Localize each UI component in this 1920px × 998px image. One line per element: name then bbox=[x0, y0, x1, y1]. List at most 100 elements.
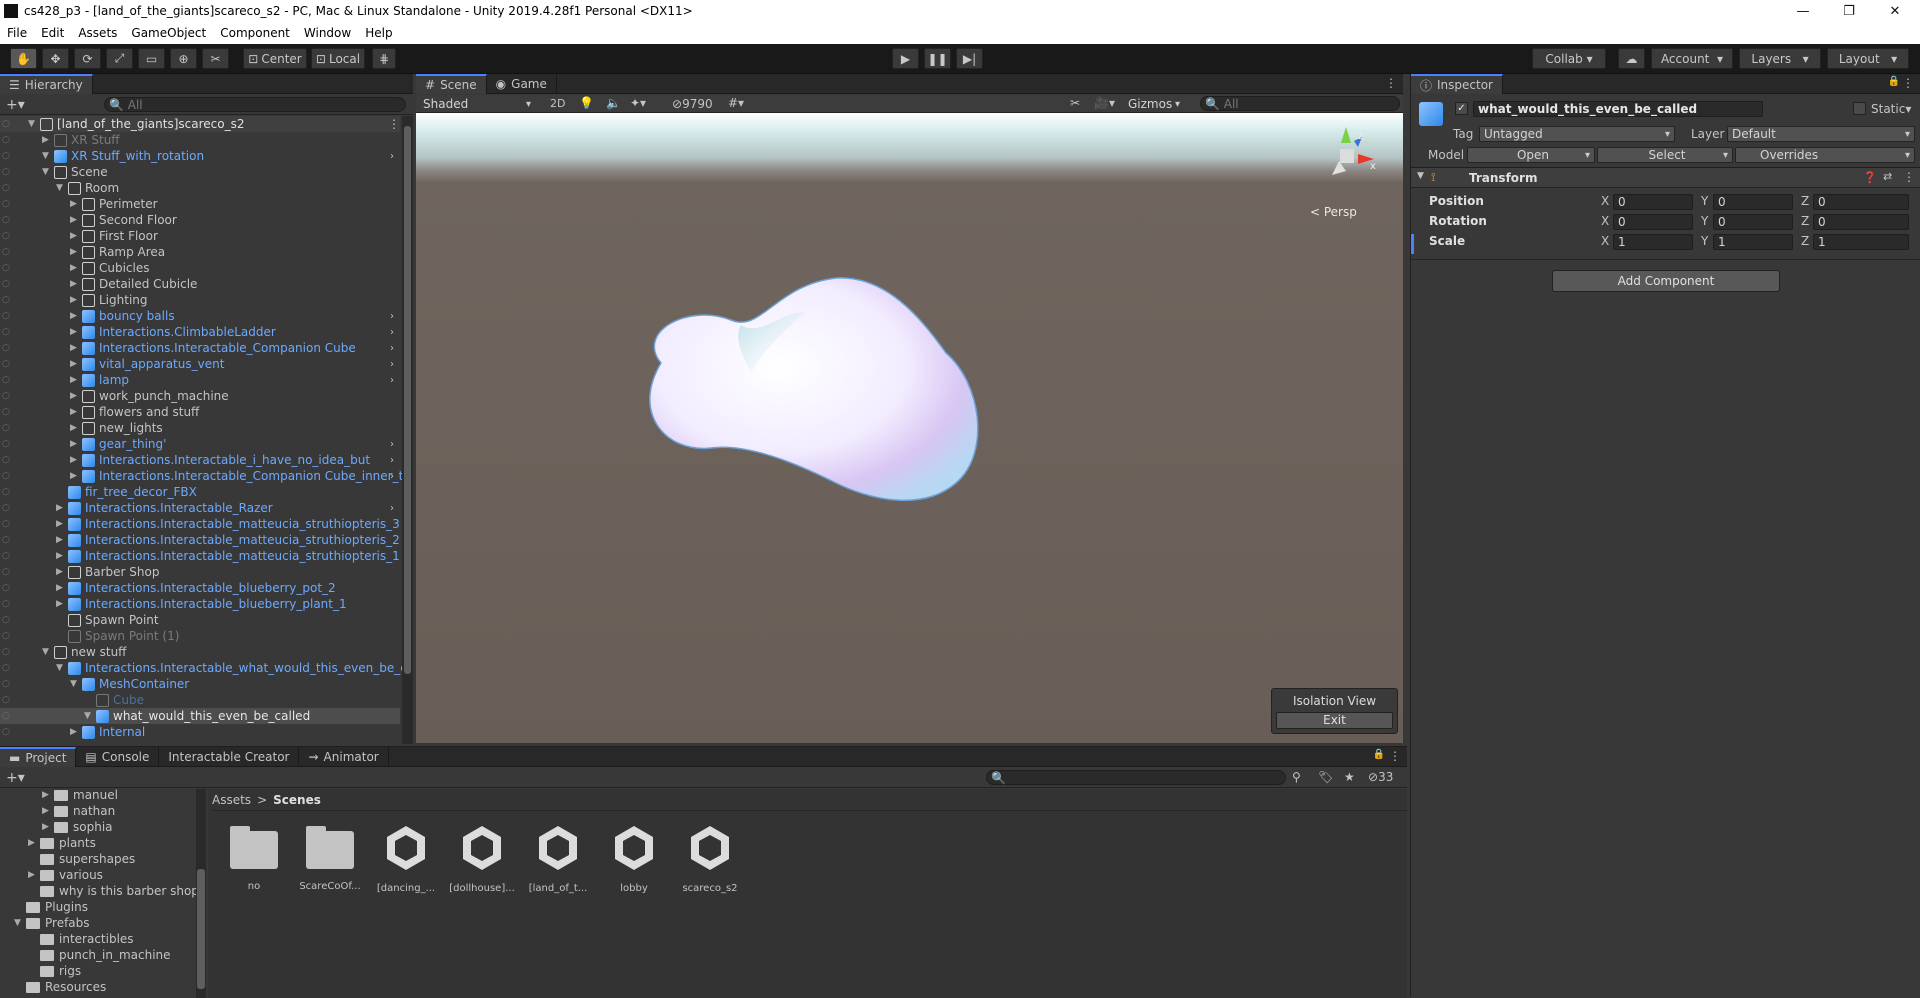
visibility-eye-icon[interactable]: ◌ bbox=[2, 342, 16, 354]
visibility-eye-icon[interactable]: ◌ bbox=[2, 630, 16, 642]
audio-toggle-icon[interactable]: 🔈 bbox=[606, 96, 621, 110]
hierarchy-row[interactable]: ◌ ▶ Ramp Area bbox=[0, 244, 400, 260]
folder-tree-item[interactable]: rigs bbox=[28, 963, 81, 979]
scale-y-field[interactable]: 1 bbox=[1713, 234, 1793, 250]
collapse-arrow-icon[interactable]: ▶ bbox=[56, 503, 66, 513]
hierarchy-row[interactable]: ◌ Spawn Point bbox=[0, 612, 400, 628]
hierarchy-row[interactable]: ◌ ▶ Cubicles bbox=[0, 260, 400, 276]
scale-z-field[interactable]: 1 bbox=[1813, 234, 1909, 250]
rotation-x-label[interactable]: X bbox=[1601, 214, 1609, 228]
collapse-arrow-icon[interactable]: ▶ bbox=[70, 231, 80, 241]
effects-toggle-icon[interactable]: ✦▾ bbox=[630, 96, 646, 110]
visibility-eye-icon[interactable]: ◌ bbox=[2, 182, 16, 194]
visibility-eye-icon[interactable]: ◌ bbox=[2, 582, 16, 594]
position-x-label[interactable]: X bbox=[1601, 194, 1609, 208]
hierarchy-row[interactable]: ◌ fir_tree_decor_FBX bbox=[0, 484, 400, 500]
hierarchy-row[interactable]: ◌ Cube bbox=[0, 692, 400, 708]
inspector-menu-icon[interactable]: ⋮ bbox=[1902, 76, 1914, 90]
menu-edit[interactable]: Edit bbox=[34, 26, 71, 40]
scene-viewport[interactable]: x z < Persp Isolation View Exit bbox=[416, 113, 1403, 743]
visibility-eye-icon[interactable]: ◌ bbox=[2, 502, 16, 514]
rotation-y-label[interactable]: Y bbox=[1701, 214, 1708, 228]
hierarchy-row[interactable]: ◌ ▶ Detailed Cubicle bbox=[0, 276, 400, 292]
rotate-tool-icon[interactable]: ⟳ bbox=[74, 48, 101, 69]
collapse-arrow-icon[interactable]: ▶ bbox=[42, 822, 54, 832]
rotation-z-label[interactable]: Z bbox=[1801, 214, 1809, 228]
visibility-eye-icon[interactable]: ◌ bbox=[2, 230, 16, 242]
expand-arrow-icon[interactable]: ▼ bbox=[56, 183, 66, 193]
rect-tool-icon[interactable]: ▭ bbox=[138, 48, 165, 69]
hierarchy-row[interactable]: ◌ ▶ flowers and stuff bbox=[0, 404, 400, 420]
account-dropdown[interactable]: Account ▾ bbox=[1651, 48, 1733, 69]
mesh-blob[interactable] bbox=[649, 277, 979, 502]
hierarchy-row[interactable]: ◌ ▼ MeshContainer bbox=[0, 676, 400, 692]
hierarchy-row[interactable]: ◌ ▼ Room bbox=[0, 180, 400, 196]
shading-mode-dropdown[interactable]: Shaded bbox=[419, 96, 535, 112]
open-prefab-arrow-icon[interactable]: › bbox=[390, 471, 394, 482]
hierarchy-row[interactable]: ◌ ▶ Interactions.Interactable_matteucia_st… bbox=[0, 532, 400, 548]
menu-window[interactable]: Window bbox=[297, 26, 358, 40]
hierarchy-row[interactable]: ◌ ▶ XR Stuff bbox=[0, 132, 400, 148]
hierarchy-row[interactable]: ◌ ▶ Perimeter bbox=[0, 196, 400, 212]
visibility-eye-icon[interactable]: ◌ bbox=[2, 134, 16, 146]
visibility-eye-icon[interactable]: ◌ bbox=[2, 694, 16, 706]
visibility-eye-icon[interactable]: ◌ bbox=[2, 294, 16, 306]
lock-icon[interactable]: 🔒 bbox=[1888, 76, 1900, 87]
visibility-eye-icon[interactable]: ◌ bbox=[2, 486, 16, 498]
tab-inspector[interactable]: ⓘ Inspector bbox=[1411, 74, 1503, 94]
lighting-toggle-icon[interactable]: 💡 bbox=[579, 96, 594, 110]
collapse-arrow-icon[interactable]: ▶ bbox=[42, 790, 54, 800]
visibility-eye-icon[interactable]: ◌ bbox=[2, 454, 16, 466]
visibility-eye-icon[interactable]: ◌ bbox=[2, 310, 16, 322]
gizmo-neg-cone[interactable] bbox=[1332, 161, 1346, 175]
hierarchy-row[interactable]: ◌ ▶ Interactions.Interactable_matteucia_st… bbox=[0, 516, 400, 532]
collapse-arrow-icon[interactable]: ▶ bbox=[56, 519, 66, 529]
open-prefab-arrow-icon[interactable]: › bbox=[390, 359, 394, 370]
hierarchy-row[interactable]: ◌ ▶ Interactions.Interactable_i_have_no_id… bbox=[0, 452, 400, 468]
collapse-arrow-icon[interactable]: ▶ bbox=[70, 391, 80, 401]
collapse-arrow-icon[interactable]: ▶ bbox=[56, 535, 66, 545]
collapse-arrow-icon[interactable]: ▶ bbox=[70, 375, 80, 385]
gizmos-dropdown[interactable]: Gizmos bbox=[1124, 96, 1184, 112]
hierarchy-row[interactable]: ◌ ▶ work_punch_machine bbox=[0, 388, 400, 404]
folder-tree-item[interactable]: ▶ manuel bbox=[42, 789, 118, 803]
pivot-center-button[interactable]: ⊡ Center bbox=[243, 48, 307, 69]
position-x-field[interactable]: 0 bbox=[1613, 194, 1693, 210]
hierarchy-row[interactable]: ◌ ▼ Scene bbox=[0, 164, 400, 180]
collapse-arrow-icon[interactable]: ▶ bbox=[56, 551, 66, 561]
transform-foldout-arrow[interactable]: ▼ bbox=[1417, 171, 1424, 181]
collapse-arrow-icon[interactable]: ▶ bbox=[70, 407, 80, 417]
menu-assets[interactable]: Assets bbox=[71, 26, 124, 40]
expand-arrow-icon[interactable]: ▼ bbox=[70, 679, 80, 689]
hierarchy-row[interactable]: ◌ ▼ XR Stuff_with_rotation › bbox=[0, 148, 400, 164]
tab-interactable-creator[interactable]: Interactable Creator bbox=[159, 747, 300, 767]
folder-tree-item[interactable]: punch_in_machine bbox=[28, 947, 171, 963]
hierarchy-row[interactable]: ◌ ▶ new_lights bbox=[0, 420, 400, 436]
tag-dropdown[interactable]: Untagged bbox=[1479, 126, 1675, 142]
breadcrumb-scenes[interactable]: Scenes bbox=[273, 793, 321, 807]
visibility-eye-icon[interactable]: ◌ bbox=[2, 214, 16, 226]
favorites-icon[interactable]: ★ bbox=[1344, 770, 1355, 784]
visibility-eye-icon[interactable]: ◌ bbox=[2, 326, 16, 338]
hierarchy-row[interactable]: ◌ ▶ Interactions.ClimbableLadder › bbox=[0, 324, 400, 340]
visibility-eye-icon[interactable]: ◌ bbox=[2, 406, 16, 418]
menu-file[interactable]: File bbox=[0, 26, 34, 40]
menu-help[interactable]: Help bbox=[358, 26, 399, 40]
breadcrumb-assets[interactable]: Assets bbox=[212, 793, 251, 807]
expand-arrow-icon[interactable]: ▼ bbox=[56, 663, 66, 673]
gizmo-y-cone[interactable] bbox=[1341, 127, 1351, 143]
transform-tool-icon[interactable]: ⊕ bbox=[170, 48, 197, 69]
collab-dropdown[interactable]: Collab ▾ bbox=[1532, 48, 1606, 69]
open-button[interactable]: Open bbox=[1467, 147, 1595, 163]
project-menu-icon[interactable]: ⋮ bbox=[1389, 749, 1401, 763]
camera-icon[interactable]: 🎥▾ bbox=[1094, 96, 1115, 110]
hierarchy-scrollbar[interactable] bbox=[402, 116, 413, 744]
tab-hierarchy[interactable]: ☰ Hierarchy bbox=[0, 74, 93, 94]
grid-snap-icon[interactable]: ⋕ bbox=[372, 48, 396, 69]
collapse-arrow-icon[interactable]: ▶ bbox=[42, 135, 52, 145]
collapse-arrow-icon[interactable]: ▶ bbox=[56, 583, 66, 593]
tab-console[interactable]: ▤ Console bbox=[76, 747, 160, 767]
open-prefab-arrow-icon[interactable]: › bbox=[390, 151, 394, 162]
rotation-x-field[interactable]: 0 bbox=[1613, 214, 1693, 230]
hierarchy-row[interactable]: ◌ ▶ Interactions.Interactable_Razer › bbox=[0, 500, 400, 516]
